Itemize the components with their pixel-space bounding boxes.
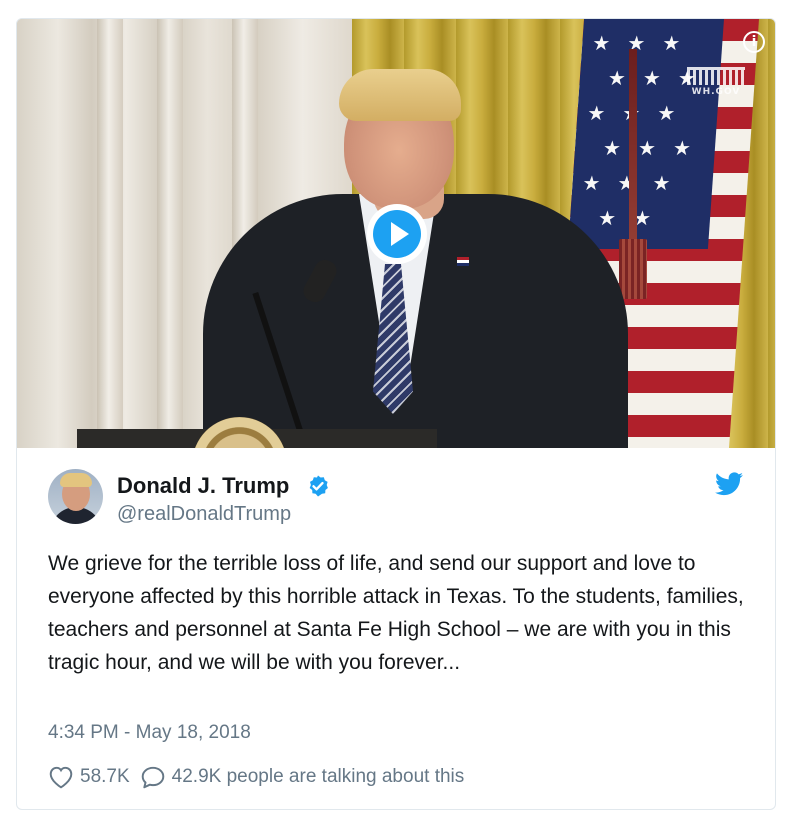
flag-tassel [619,239,647,299]
info-icon[interactable]: i [743,31,765,53]
speaker-hair [339,69,461,121]
white-house-icon [687,67,745,85]
heart-icon [49,766,73,789]
author-name[interactable]: Donald J. Trump [117,473,289,499]
white-house-watermark: WH.GOV [685,67,747,97]
video-thumbnail[interactable]: ★ ★ ★ ★ ★ ★ ★ ★ ★ ★ ★ ★ ★ ★ ★ ★ ★ [17,19,775,448]
watermark-text: WH.GOV [691,87,741,97]
avatar[interactable] [48,469,103,524]
conversation-text: 42.9K people are talking about this [171,766,465,787]
tweet-text: We grieve for the terrible loss of life,… [48,552,744,674]
reply-conversation-link[interactable]: 42.9K people are talking about this [140,765,465,789]
like-button[interactable]: 58.7K [48,765,130,789]
flag-canton: ★ ★ ★ ★ ★ ★ ★ ★ ★ ★ ★ ★ ★ ★ ★ ★ ★ [567,19,724,249]
like-count: 58.7K [80,766,130,787]
twitter-bird-icon[interactable] [715,471,743,497]
play-button[interactable] [367,204,427,264]
background-pillar [157,19,183,448]
tweet-actions: 58.7K 42.9K people are talking about thi… [48,763,464,791]
background-pillar [97,19,123,448]
flag-lapel-pin [457,257,469,266]
tweet-timestamp[interactable]: 4:34 PM - May 18, 2018 [48,721,251,745]
play-icon [373,210,421,258]
speech-bubble-icon [141,766,164,789]
verified-badge-icon [309,475,328,497]
embedded-tweet-card: ★ ★ ★ ★ ★ ★ ★ ★ ★ ★ ★ ★ ★ ★ ★ ★ ★ [16,18,776,810]
author-handle[interactable]: @realDonaldTrump [117,501,291,527]
